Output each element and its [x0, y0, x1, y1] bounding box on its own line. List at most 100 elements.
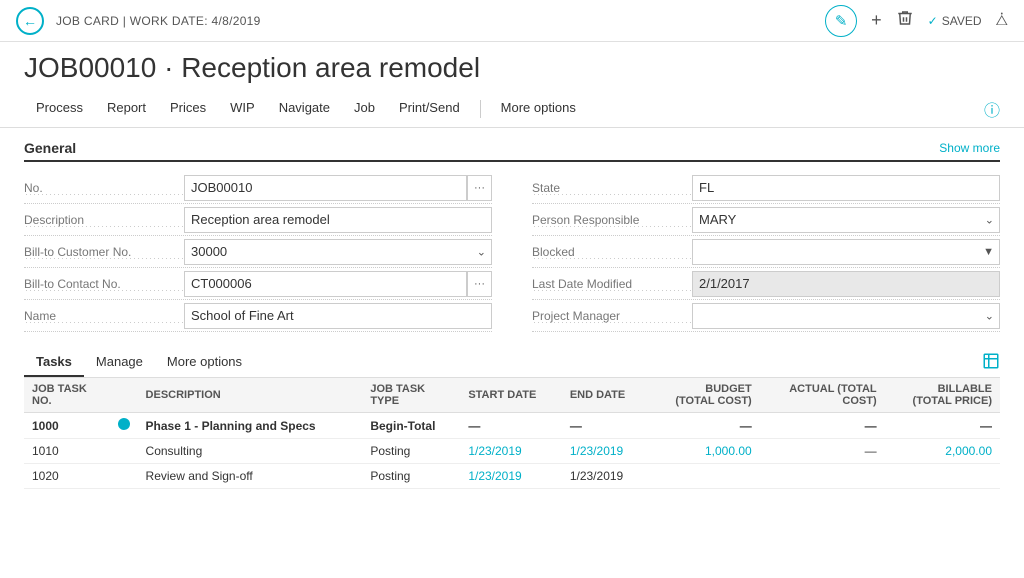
- back-button[interactable]: ←: [16, 7, 44, 35]
- input-bill-to-contact[interactable]: [184, 271, 467, 297]
- select-blocked[interactable]: [692, 239, 1000, 265]
- table-row[interactable]: 1020 Review and Sign-off Posting 1/23/20…: [24, 464, 1000, 489]
- nav-prices[interactable]: Prices: [158, 90, 218, 128]
- value-name: [184, 303, 492, 329]
- field-blocked: Blocked ▼: [532, 236, 1000, 268]
- cell-dot: [110, 439, 138, 464]
- label-description: Description: [24, 213, 184, 227]
- label-project-manager: Project Manager: [532, 309, 692, 323]
- th-task-type: JOB TASKTYPE: [362, 378, 460, 413]
- label-no: No.: [24, 181, 184, 195]
- value-description: [184, 207, 492, 233]
- cell-start-date[interactable]: 1/23/2019: [460, 464, 562, 489]
- input-description[interactable]: [184, 207, 492, 233]
- th-task-no: JOB TASKNO.: [24, 378, 110, 413]
- cell-end-date: —: [562, 413, 648, 439]
- tasks-tab-bar: Tasks Manage More options: [24, 348, 1000, 378]
- status-dot: [118, 418, 130, 430]
- info-icon[interactable]: ⓘ: [984, 97, 1000, 121]
- input-no[interactable]: [184, 175, 467, 201]
- field-description: Description: [24, 204, 492, 236]
- th-budget: BUDGET(TOTAL COST): [648, 378, 760, 413]
- cell-budget: [648, 464, 760, 489]
- fields-left: No. ··· Description Bill-to Customer No.…: [24, 172, 492, 332]
- cell-actual: [760, 464, 885, 489]
- label-bill-to-contact: Bill-to Contact No.: [24, 277, 184, 291]
- input-last-date-modified: [692, 271, 1000, 297]
- edit-button[interactable]: ✎: [825, 5, 857, 37]
- cell-billable: —: [885, 413, 1000, 439]
- field-person-responsible: Person Responsible MARY ⌄: [532, 204, 1000, 236]
- value-person-responsible: MARY ⌄: [692, 207, 1000, 233]
- edit-icon: ✎: [835, 12, 848, 30]
- show-more-button[interactable]: Show more: [939, 141, 1000, 155]
- field-last-date-modified: Last Date Modified: [532, 268, 1000, 300]
- cell-task-no: 1010: [24, 439, 110, 464]
- export-icon[interactable]: [982, 352, 1000, 374]
- cell-task-type: Posting: [362, 464, 460, 489]
- table-header-row: JOB TASKNO. DESCRIPTION JOB TASKTYPE STA…: [24, 378, 1000, 413]
- top-bar-actions: ✎ + ✓ SAVED ⧊: [825, 5, 1008, 37]
- cell-billable[interactable]: 2,000.00: [885, 439, 1000, 464]
- th-start-date: START DATE: [460, 378, 562, 413]
- nav-more-options[interactable]: More options: [489, 90, 588, 128]
- nav-report[interactable]: Report: [95, 90, 158, 128]
- input-state[interactable]: [692, 175, 1000, 201]
- value-no: ···: [184, 175, 492, 201]
- job-card-label: JOB CARD | WORK DATE: 4/8/2019: [56, 14, 261, 28]
- tab-more-options[interactable]: More options: [155, 348, 254, 377]
- table-row[interactable]: 1010 Consulting Posting 1/23/2019 1/23/2…: [24, 439, 1000, 464]
- nav-process[interactable]: Process: [24, 90, 95, 128]
- cell-start-date[interactable]: 1/23/2019: [460, 439, 562, 464]
- section-header: General Show more: [24, 140, 1000, 162]
- page-title-area: JOB00010 · Reception area remodel: [0, 42, 1024, 90]
- cell-dot: [110, 413, 138, 439]
- add-button[interactable]: +: [871, 10, 882, 31]
- contact-lookup-button[interactable]: ···: [467, 271, 492, 297]
- cell-end-date: 1/23/2019: [562, 464, 648, 489]
- expand-button[interactable]: ⧊: [996, 12, 1009, 29]
- tab-manage[interactable]: Manage: [84, 348, 155, 377]
- select-bill-to-customer[interactable]: 30000: [184, 239, 492, 265]
- select-person-responsible[interactable]: MARY: [692, 207, 1000, 233]
- value-project-manager: ⌄: [692, 303, 1000, 329]
- cell-actual: —: [760, 439, 885, 464]
- nav-print-send[interactable]: Print/Send: [387, 90, 472, 128]
- label-state: State: [532, 181, 692, 195]
- tab-tasks[interactable]: Tasks: [24, 348, 84, 377]
- cell-description: Review and Sign-off: [138, 464, 363, 489]
- cell-dot: [110, 464, 138, 489]
- cell-end-date[interactable]: 1/23/2019: [562, 439, 648, 464]
- table-row[interactable]: 1000 Phase 1 - Planning and Specs Begin-…: [24, 413, 1000, 439]
- cell-budget[interactable]: 1,000.00: [648, 439, 760, 464]
- saved-status: ✓ SAVED: [928, 14, 982, 28]
- th-dot: [110, 378, 138, 413]
- th-end-date: END DATE: [562, 378, 648, 413]
- section-title: General: [24, 140, 76, 156]
- cell-description: Consulting: [138, 439, 363, 464]
- field-name: Name: [24, 300, 492, 332]
- label-blocked: Blocked: [532, 245, 692, 259]
- input-name[interactable]: [184, 303, 492, 329]
- cell-billable: [885, 464, 1000, 489]
- fields-grid: No. ··· Description Bill-to Customer No.…: [24, 172, 1000, 332]
- tasks-section: Tasks Manage More options JOB TASKNO. DE…: [0, 340, 1024, 489]
- select-project-manager[interactable]: [692, 303, 1000, 329]
- value-state: [692, 175, 1000, 201]
- page-title: JOB00010 · Reception area remodel: [24, 52, 1000, 84]
- tasks-tab-actions: [982, 352, 1000, 374]
- cell-task-type: Begin-Total: [362, 413, 460, 439]
- no-lookup-button[interactable]: ···: [467, 175, 492, 201]
- field-bill-to-customer: Bill-to Customer No. 30000 ⌄: [24, 236, 492, 268]
- cell-start-date: —: [460, 413, 562, 439]
- th-billable: BILLABLE(TOTAL PRICE): [885, 378, 1000, 413]
- field-no: No. ···: [24, 172, 492, 204]
- delete-button[interactable]: [896, 9, 914, 32]
- cell-description: Phase 1 - Planning and Specs: [138, 413, 363, 439]
- field-bill-to-contact: Bill-to Contact No. ···: [24, 268, 492, 300]
- nav-navigate[interactable]: Navigate: [267, 90, 342, 128]
- nav-job[interactable]: Job: [342, 90, 387, 128]
- general-section: General Show more No. ··· Description: [0, 128, 1024, 340]
- label-person-responsible: Person Responsible: [532, 213, 692, 227]
- nav-wip[interactable]: WIP: [218, 90, 267, 128]
